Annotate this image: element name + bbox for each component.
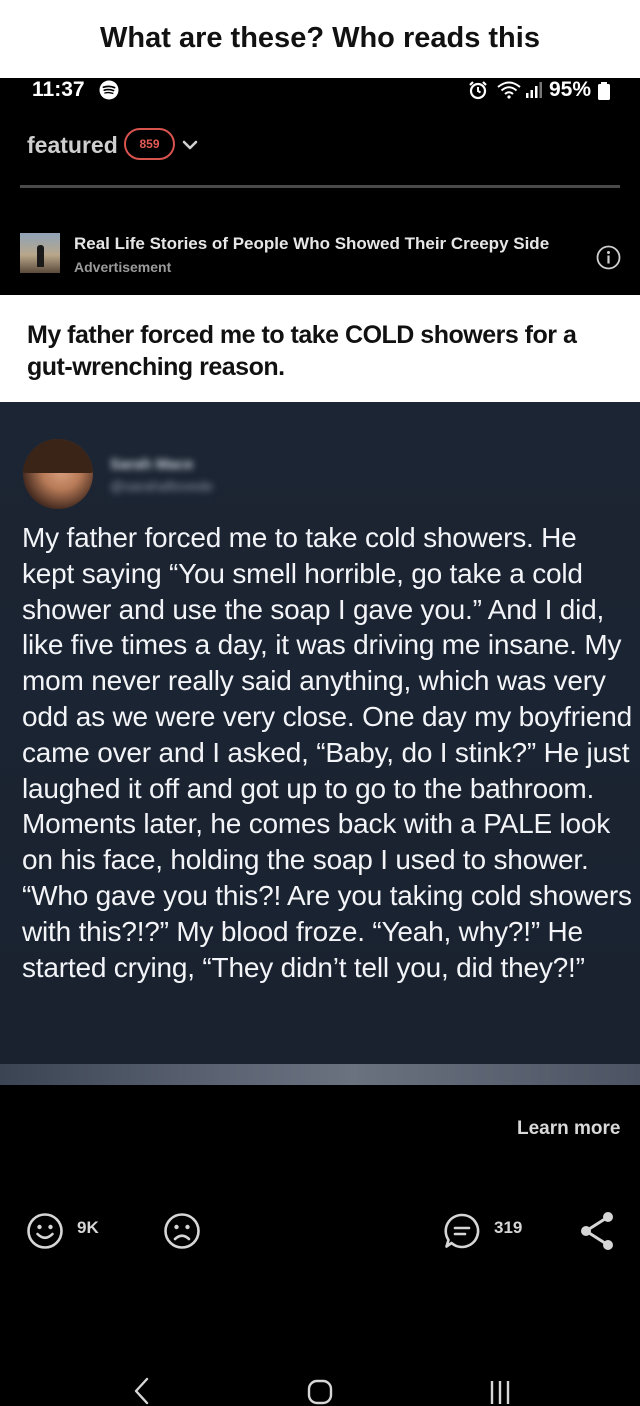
signal-icon bbox=[526, 82, 542, 98]
author-handle: @sarahaftovede bbox=[110, 478, 213, 494]
card-bottom-bar bbox=[0, 1064, 640, 1085]
chevron-down-icon[interactable] bbox=[182, 138, 198, 152]
author-name: Sarah Mace bbox=[110, 456, 194, 473]
caption-banner: What are these? Who reads this bbox=[0, 0, 640, 78]
info-icon[interactable] bbox=[596, 245, 621, 270]
learn-more-button[interactable]: Learn more bbox=[517, 1118, 620, 1140]
frown-icon[interactable] bbox=[163, 1212, 201, 1250]
ad-title[interactable]: Real Life Stories of People Who Showed T… bbox=[74, 234, 549, 254]
comment-count: 319 bbox=[494, 1218, 523, 1237]
headline: My father forced me to take COLD showers… bbox=[27, 321, 577, 381]
wifi-icon bbox=[497, 81, 521, 99]
spotify-icon bbox=[99, 80, 119, 100]
story-card[interactable]: Sarah Mace @sarahaftovede My father forc… bbox=[0, 402, 640, 1085]
headline-panel[interactable]: My father forced me to take COLD showers… bbox=[0, 295, 640, 402]
featured-tab[interactable]: featured bbox=[27, 132, 118, 159]
status-time: 11:37 bbox=[32, 78, 85, 101]
app-screen: 11:37 95% featured 859 Real Life Stories… bbox=[0, 78, 640, 1406]
home-icon[interactable] bbox=[306, 1378, 334, 1406]
story-text: My father forced me to take cold showers… bbox=[22, 522, 633, 983]
back-icon[interactable] bbox=[130, 1376, 154, 1406]
battery-percentage: 95% bbox=[549, 78, 592, 101]
share-icon[interactable] bbox=[578, 1210, 616, 1252]
comment-icon[interactable] bbox=[443, 1212, 481, 1250]
header-divider bbox=[20, 185, 620, 188]
status-bar: 11:37 95% bbox=[0, 78, 640, 101]
ad-thumbnail[interactable] bbox=[20, 233, 60, 273]
caption-text: What are these? Who reads this bbox=[100, 22, 540, 54]
recents-icon[interactable] bbox=[486, 1378, 514, 1406]
alarm-icon bbox=[469, 81, 487, 100]
ad-thumbnail-figure bbox=[37, 245, 44, 267]
avatar-hair bbox=[23, 439, 93, 473]
smile-count: 9K bbox=[77, 1218, 99, 1237]
avatar bbox=[23, 439, 93, 509]
featured-count-badge: 859 bbox=[124, 128, 175, 160]
battery-icon bbox=[598, 82, 610, 100]
smile-icon[interactable] bbox=[26, 1212, 64, 1250]
ad-label: Advertisement bbox=[74, 259, 172, 275]
